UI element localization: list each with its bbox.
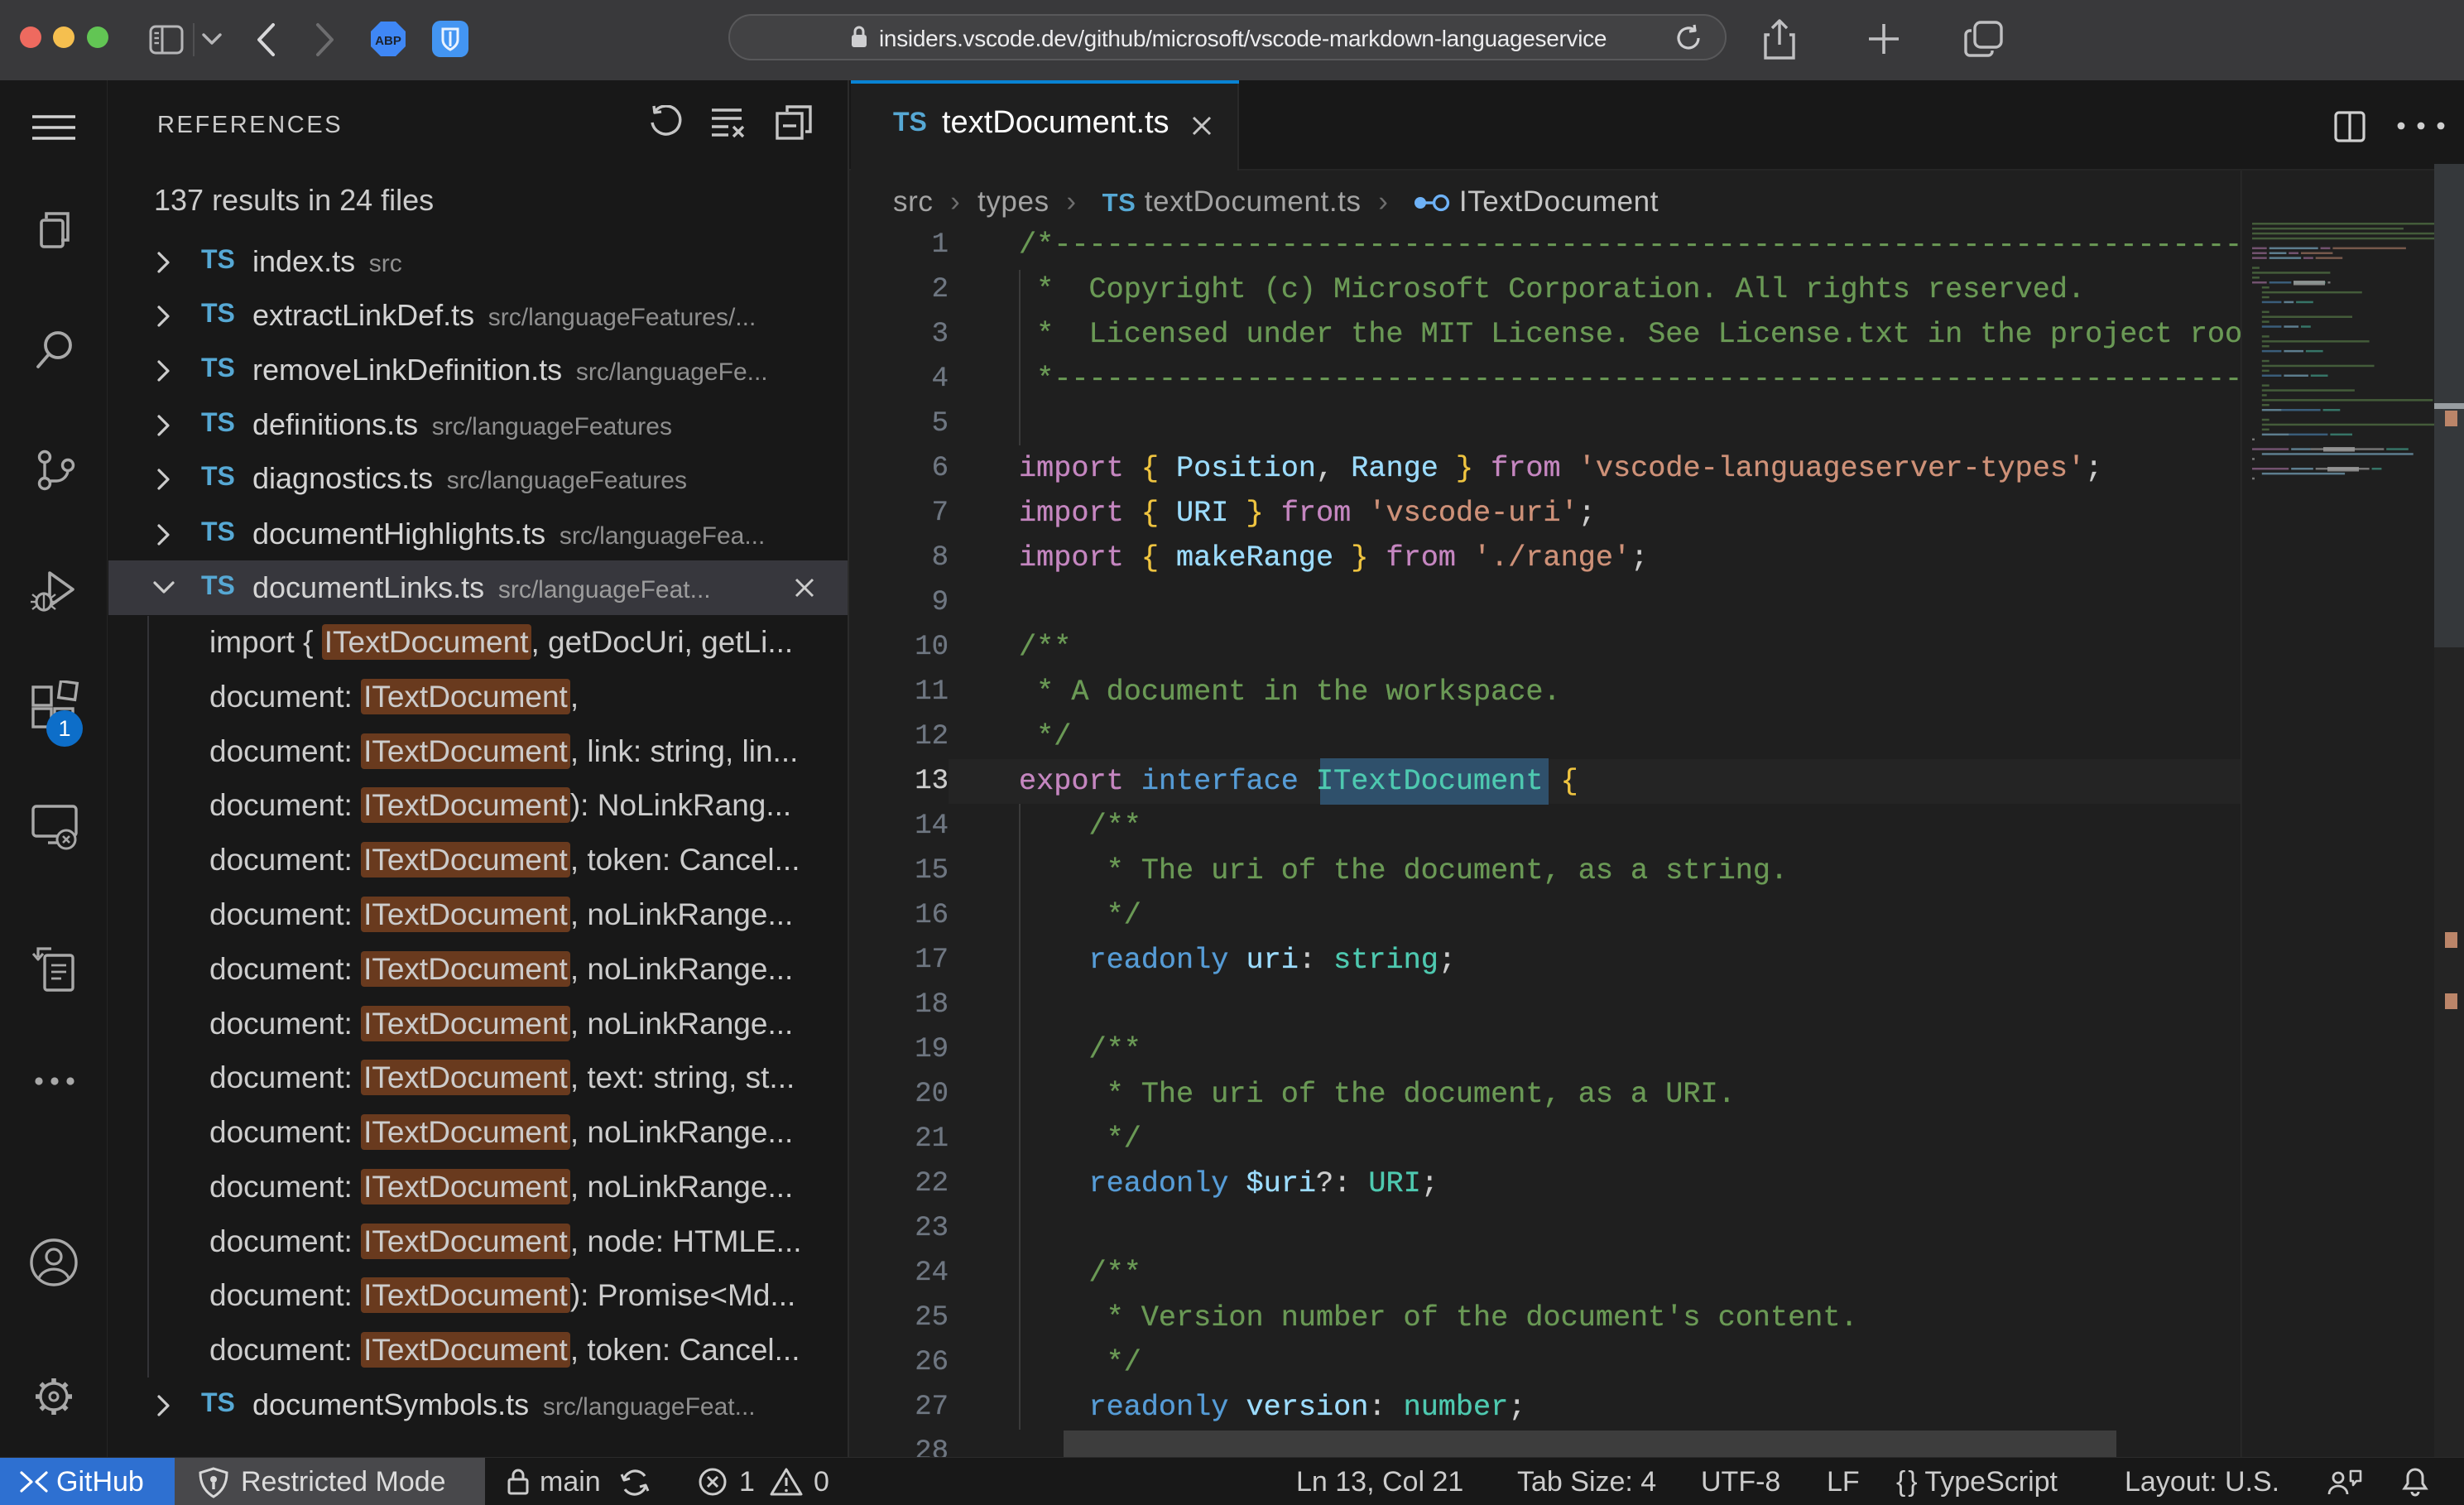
- svg-text:ABP: ABP: [375, 34, 401, 48]
